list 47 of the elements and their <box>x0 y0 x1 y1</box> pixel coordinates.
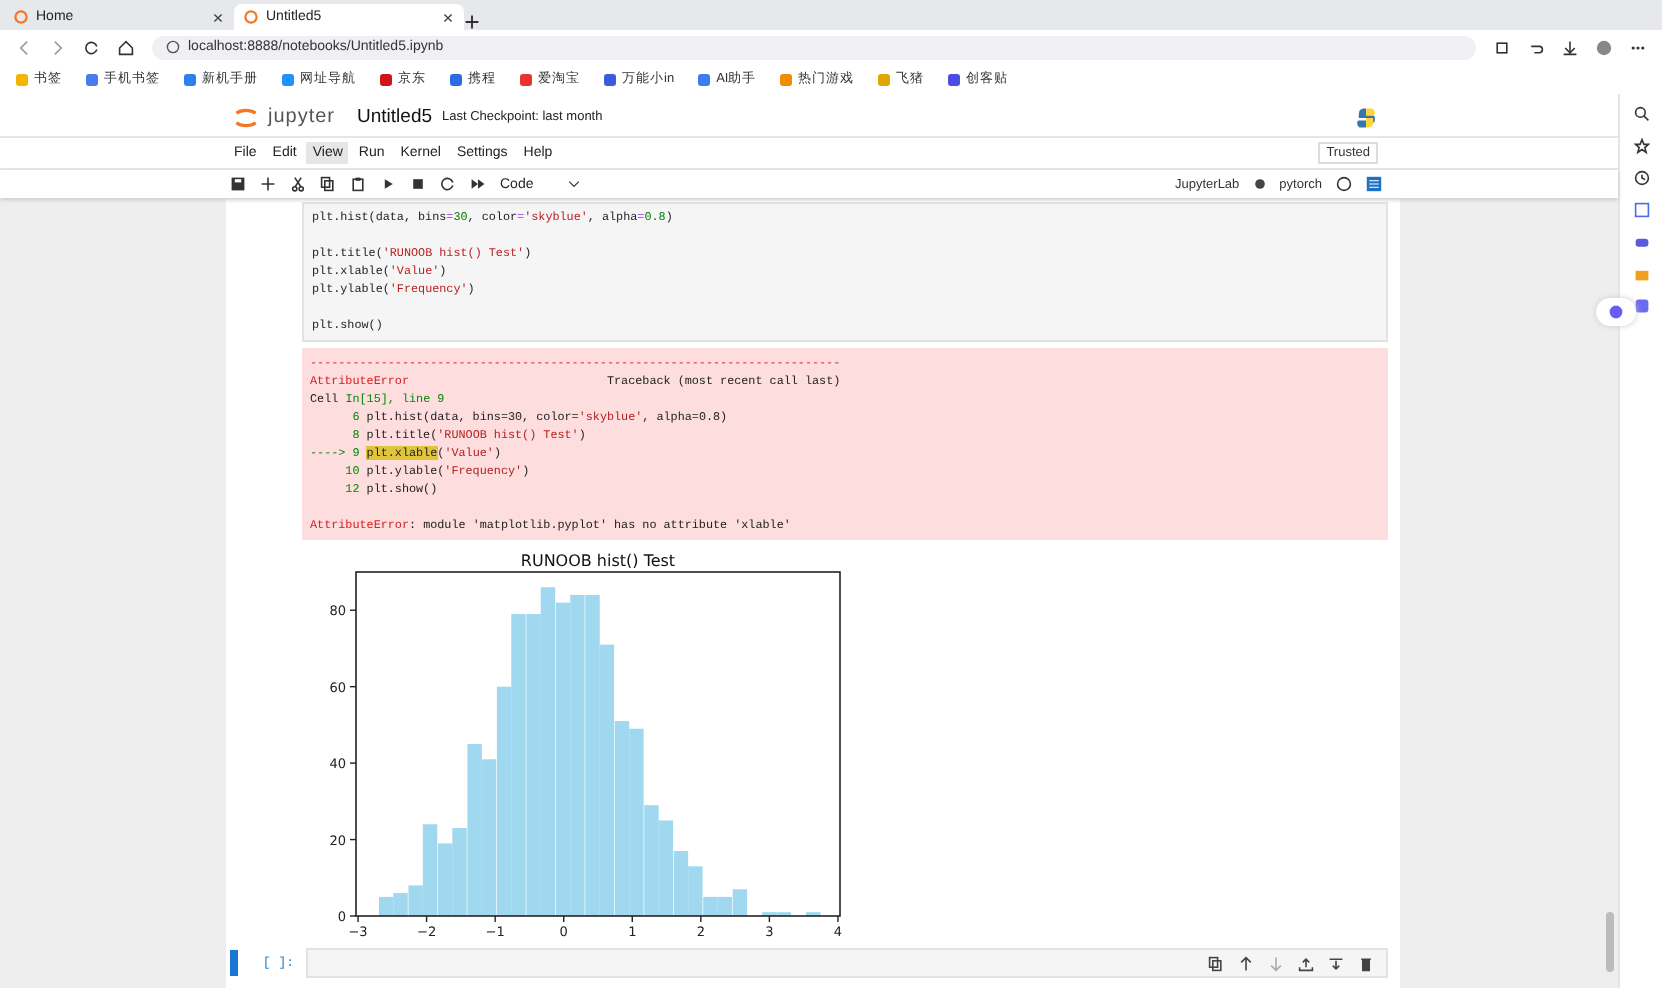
logo-icon <box>234 105 258 129</box>
cut-icon[interactable] <box>290 176 306 192</box>
ai-icon[interactable] <box>1633 202 1649 218</box>
insert-below-icon[interactable] <box>1328 955 1344 971</box>
new-tab-icon[interactable] <box>464 14 480 30</box>
tab-favicon-icon <box>14 10 28 24</box>
copy-icon[interactable] <box>320 176 336 192</box>
info-icon <box>166 40 180 54</box>
history-icon[interactable] <box>1633 170 1649 186</box>
gamepad-icon[interactable] <box>1633 234 1649 250</box>
gear-icon[interactable] <box>1253 178 1266 190</box>
up-arrow-icon[interactable] <box>1238 955 1254 971</box>
forward-icon[interactable] <box>50 39 66 55</box>
save-icon[interactable] <box>230 176 246 192</box>
empty-code-cell[interactable] <box>306 948 1388 978</box>
kernel-status-icon <box>1336 176 1352 192</box>
extensions-icon[interactable] <box>1494 39 1510 55</box>
app-icon[interactable] <box>1633 298 1649 314</box>
home-icon[interactable] <box>118 39 134 55</box>
stop-icon[interactable] <box>410 176 426 192</box>
chat-icon <box>1608 304 1624 320</box>
insert-above-icon[interactable] <box>1298 955 1314 971</box>
download-icon[interactable] <box>1562 39 1578 55</box>
copy-icon[interactable] <box>1208 955 1224 971</box>
floating-assistant-button[interactable] <box>1596 298 1636 326</box>
close-icon[interactable] <box>442 11 454 23</box>
chart-title: RUNOOB hist() Test <box>520 552 676 570</box>
active-cell-marker <box>230 950 238 976</box>
paste-icon[interactable] <box>350 176 366 192</box>
tab-favicon-icon <box>244 10 258 24</box>
search-icon[interactable] <box>1633 106 1649 122</box>
delete-icon[interactable] <box>1358 955 1374 971</box>
profile-icon[interactable] <box>1596 39 1612 55</box>
python-icon <box>1354 105 1378 129</box>
notebook-title[interactable]: Untitled5 <box>357 106 433 128</box>
star-icon[interactable] <box>1633 138 1649 154</box>
caret-icon <box>568 177 580 189</box>
restart-icon[interactable] <box>440 176 456 192</box>
notebook-icon[interactable] <box>1366 176 1382 192</box>
reload-icon[interactable] <box>84 39 100 55</box>
close-icon[interactable] <box>212 11 224 23</box>
run-icon[interactable] <box>380 176 396 192</box>
scrollbar[interactable] <box>1606 912 1614 972</box>
fast-forward-icon[interactable] <box>470 176 486 192</box>
back-icon[interactable] <box>16 39 32 55</box>
plus-icon[interactable] <box>260 176 276 192</box>
logo-text: jupyter <box>268 106 336 128</box>
